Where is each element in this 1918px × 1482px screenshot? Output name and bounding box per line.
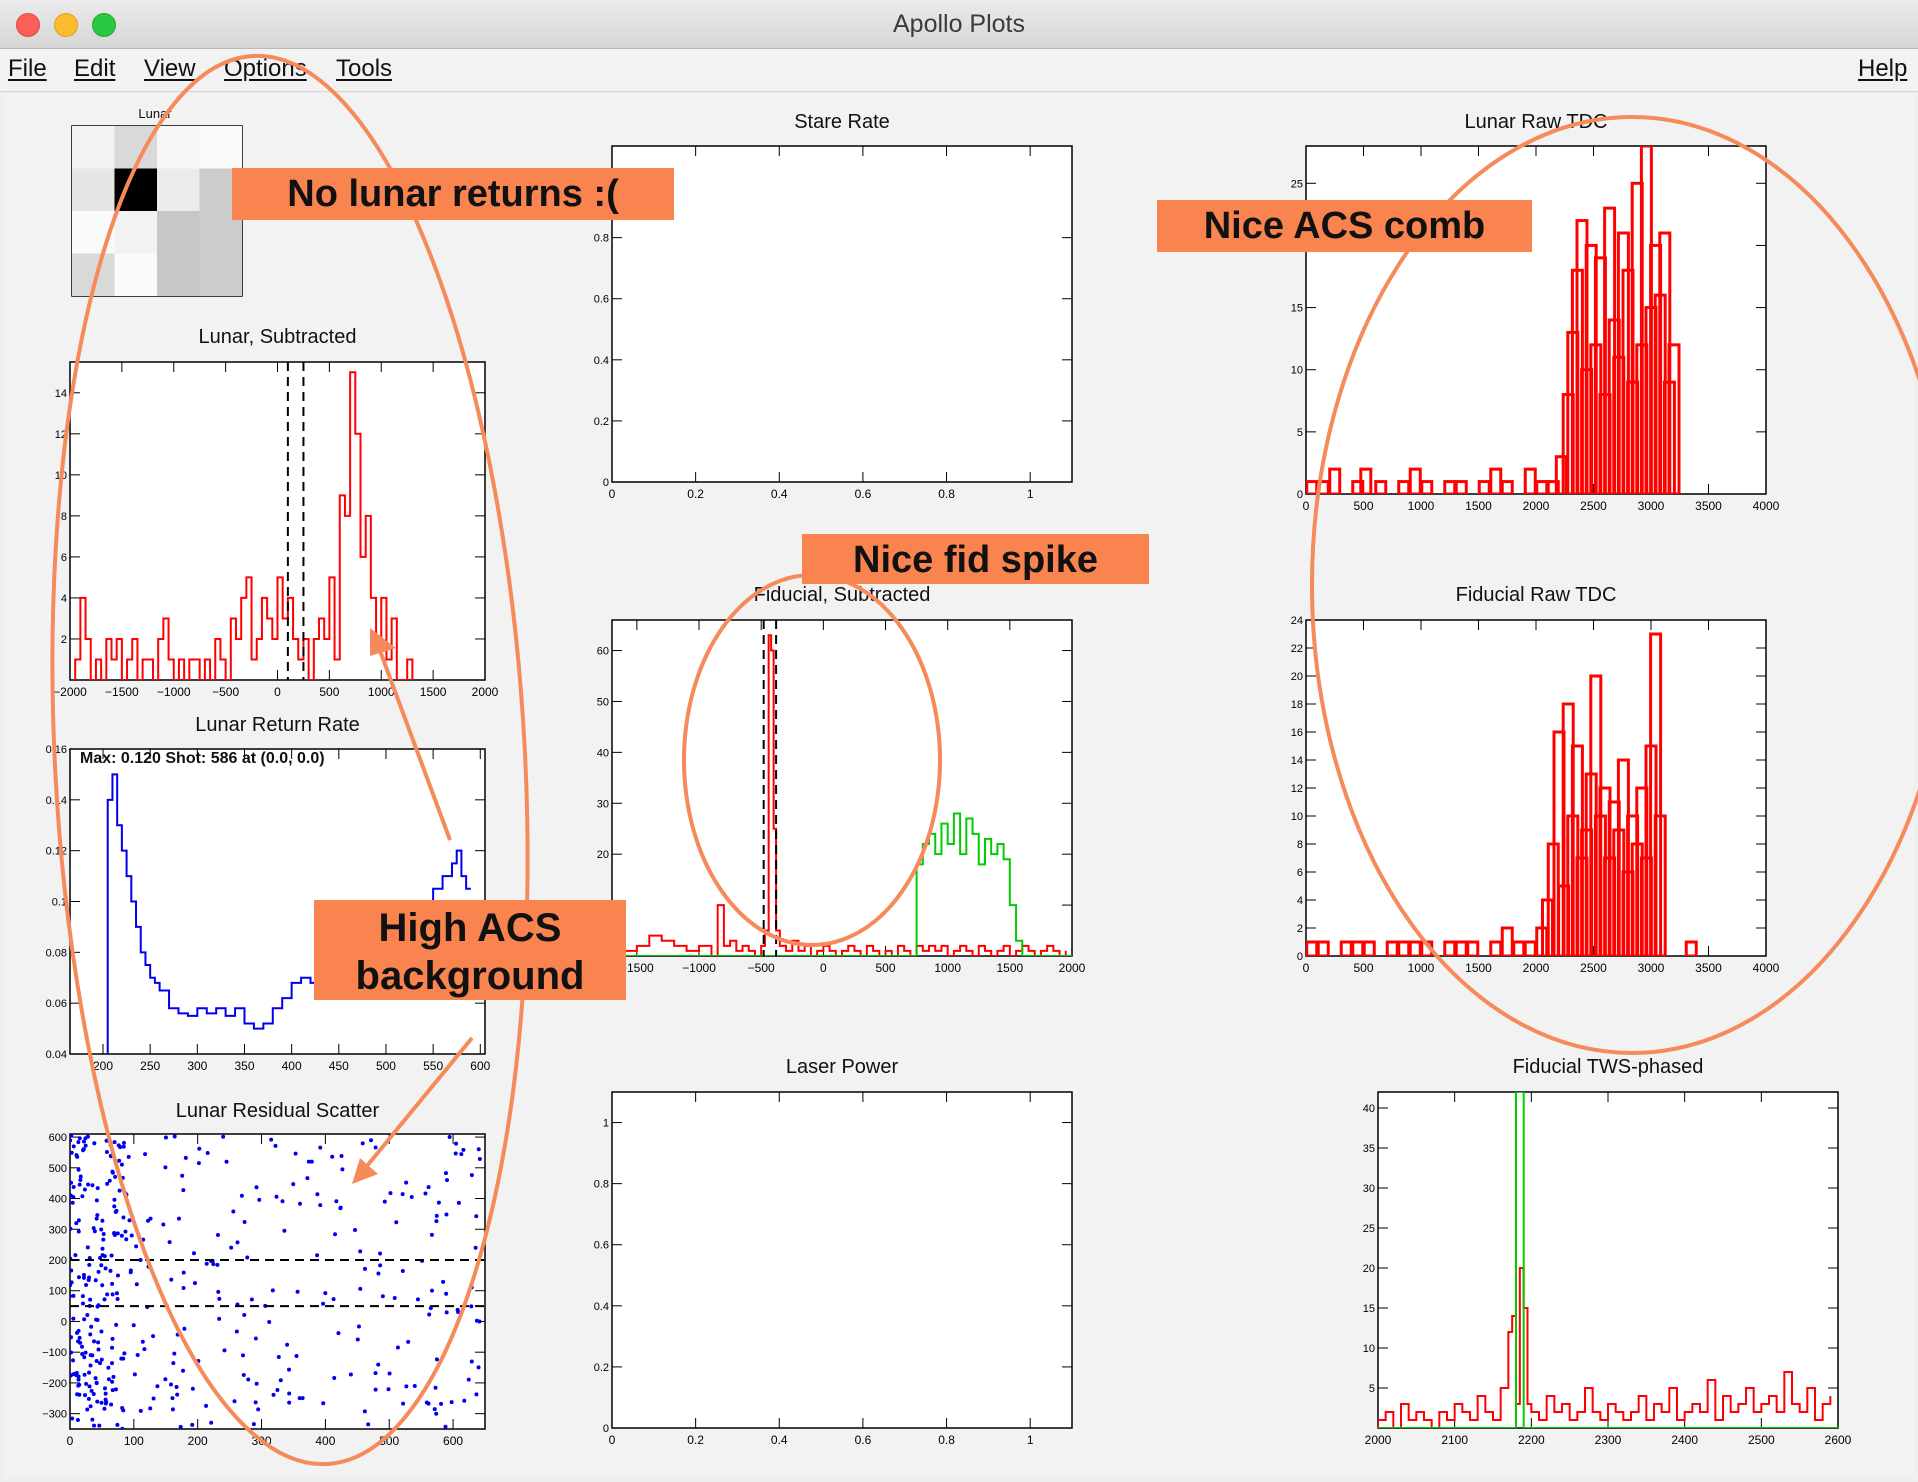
window-title: Apollo Plots	[892, 10, 1026, 38]
title-laser-power: Laser Power	[785, 1056, 899, 1078]
title-fiducial-tws-phased: Fiducial TWS-phased	[1512, 1056, 1704, 1078]
title-stare-rate: Stare Rate	[794, 111, 890, 133]
menu-edit[interactable]: Edit	[74, 55, 115, 83]
title-lunar-raw-tdc: Lunar Raw TDC	[1464, 111, 1608, 133]
title-lunar-residual-scatter: Lunar Residual Scatter	[175, 1100, 380, 1122]
title-fiducial-subtracted: Fiducial, Subtracted	[753, 584, 931, 606]
title-fiducial-raw-tdc: Fiducial Raw TDC	[1455, 584, 1617, 606]
menu-view[interactable]: View	[144, 55, 196, 83]
callout-nice-fid-spike: Nice fid spike	[802, 534, 1149, 584]
menu-tools[interactable]: Tools	[336, 55, 392, 83]
callout-no-lunar-returns: No lunar returns :(	[232, 168, 674, 220]
plot-canvas[interactable]	[4, 93, 1914, 1478]
return-rate-max-label: Max: 0.120 Shot: 586 at (0.0, 0.0)	[80, 750, 325, 767]
callout-nice-acs-comb: Nice ACS comb	[1157, 200, 1532, 252]
callout-high-acs-background: High ACS background	[314, 900, 626, 1000]
menu-file[interactable]: File	[8, 55, 47, 83]
title-lunar-return-rate: Lunar Return Rate	[195, 714, 360, 736]
menu-help[interactable]: Help	[1858, 55, 1907, 83]
title-lunar-map: Lunar	[138, 106, 172, 121]
title-lunar-subtracted: Lunar, Subtracted	[198, 326, 357, 348]
menu-options[interactable]: Options	[224, 55, 307, 83]
menu-bar: File Edit View Options Tools Help	[0, 49, 1918, 92]
window-titlebar: Apollo Plots	[0, 0, 1918, 49]
